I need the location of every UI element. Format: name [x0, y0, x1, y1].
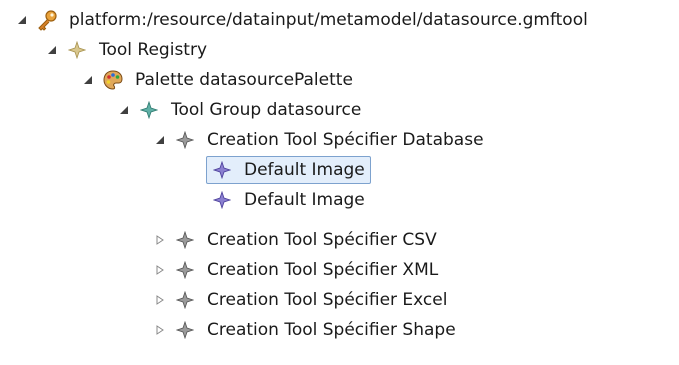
diamond-gray-icon: [174, 319, 196, 341]
expand-arrow-icon[interactable]: [152, 292, 168, 308]
tree-item-label: Creation Tool Spécifier CSV: [207, 230, 437, 250]
tree-item-creation-tool[interactable]: Creation Tool Spécifier XML: [152, 255, 441, 285]
key-icon: [36, 9, 58, 31]
diamond-gray-icon: [174, 289, 196, 311]
collapse-arrow-icon[interactable]: [14, 12, 30, 28]
tree-item-creation-tool[interactable]: Creation Tool Spécifier Shape: [152, 315, 459, 345]
tree-item-label: Creation Tool Spécifier Database: [207, 130, 484, 150]
palette-icon: [102, 69, 124, 91]
expand-arrow-icon[interactable]: [152, 232, 168, 248]
collapse-arrow-icon[interactable]: [152, 132, 168, 148]
tree-item-label: Default Image: [244, 190, 365, 210]
selection-highlight[interactable]: Default Image: [206, 156, 371, 184]
collapse-arrow-icon[interactable]: [44, 42, 60, 58]
tree-item-tool-group[interactable]: Tool Group datasource: [116, 95, 364, 125]
tree-item-label: Tool Group datasource: [171, 100, 362, 120]
diamond-teal-icon: [138, 99, 160, 121]
tree-item-default-image[interactable]: Default Image: [206, 155, 371, 185]
tree-item-default-image[interactable]: Default Image: [211, 185, 368, 215]
diamond-gray-icon: [174, 229, 196, 251]
diamond-purple-icon: [211, 159, 233, 181]
tree-item-tool-registry[interactable]: Tool Registry: [44, 35, 210, 65]
tree-item-creation-tool[interactable]: Creation Tool Spécifier CSV: [152, 225, 440, 255]
tree-item-palette[interactable]: Palette datasourcePalette: [80, 65, 356, 95]
diamond-gray-icon: [174, 259, 196, 281]
tree-item-root[interactable]: platform:/resource/datainput/metamodel/d…: [14, 5, 591, 35]
diamond-gray-icon: [174, 129, 196, 151]
tree-item-label: Creation Tool Spécifier Shape: [207, 320, 456, 340]
tree-item-label: Tool Registry: [99, 40, 208, 60]
collapse-arrow-icon[interactable]: [116, 102, 132, 118]
tree-item-label: Creation Tool Spécifier XML: [207, 260, 439, 280]
tree-item-creation-tool[interactable]: Creation Tool Spécifier Excel: [152, 285, 450, 315]
tree-item-label: Creation Tool Spécifier Excel: [207, 290, 448, 310]
model-tree: platform:/resource/datainput/metamodel/d…: [0, 0, 679, 365]
tree-item-label: platform:/resource/datainput/metamodel/d…: [69, 10, 588, 30]
tree-item-label: Palette datasourcePalette: [135, 70, 353, 90]
expand-arrow-icon[interactable]: [152, 322, 168, 338]
collapse-arrow-icon[interactable]: [80, 72, 96, 88]
diamond-purple-icon: [211, 189, 233, 211]
diamond-tan-icon: [66, 39, 88, 61]
tree-item-label: Default Image: [244, 160, 365, 180]
expand-arrow-icon[interactable]: [152, 262, 168, 278]
tree-item-creation-tool[interactable]: Creation Tool Spécifier Database: [152, 125, 487, 155]
